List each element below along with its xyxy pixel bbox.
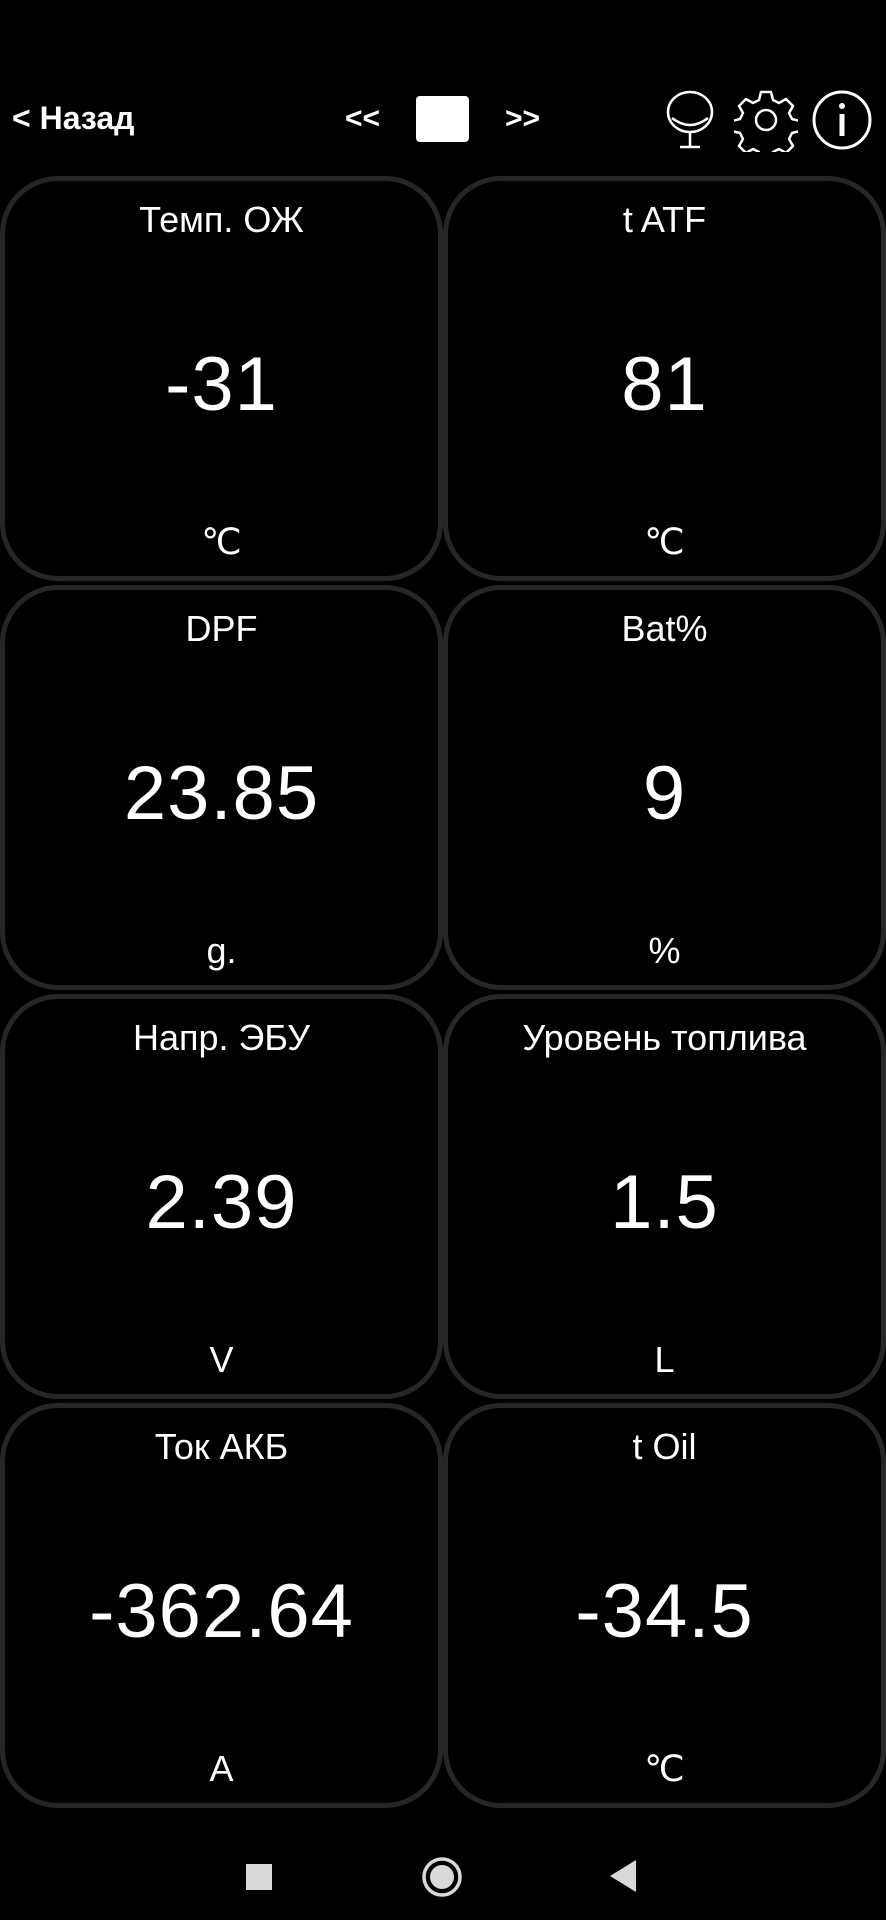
next-page-button[interactable]: >> [505,102,540,136]
gauge-card[interactable]: Bat% 9 % [443,585,886,990]
system-navigation-bar [0,1820,886,1920]
microphone-icon[interactable] [658,88,722,152]
gauge-unit: V [209,1339,234,1380]
gauge-value: 23.85 [123,751,320,836]
home-button[interactable] [421,1856,463,1898]
gauge-label: Ток АКБ [154,1426,289,1467]
gauge-label: Bat% [621,608,708,649]
gauge-card[interactable]: Уровень топлива 1.5 L [443,994,886,1399]
gauge-label: DPF [185,608,258,649]
gauge-unit: ℃ [644,521,685,562]
gauge-label: Темп. ОЖ [139,199,304,240]
gauge-unit: L [654,1339,675,1380]
gauge-card[interactable]: Темп. ОЖ -31 ℃ [0,176,443,581]
top-toolbar: < Назад << >> [0,88,886,162]
gauge-value: -31 [165,342,278,427]
recent-apps-button[interactable] [246,1864,272,1890]
gauge-card[interactable]: t Oil -34.5 ℃ [443,1403,886,1808]
gauge-value: 2.39 [145,1160,298,1245]
gauge-unit: g. [206,930,237,971]
gear-icon[interactable] [730,88,802,162]
gauge-value: 9 [642,751,687,836]
gauge-card[interactable]: t ATF 81 ℃ [443,176,886,581]
gauge-value: -34.5 [575,1569,754,1654]
gauge-label: Напр. ЭБУ [132,1017,311,1058]
page-indicator[interactable] [416,96,469,142]
gauge-unit: ℃ [201,521,242,562]
gauge-unit: ℃ [644,1748,685,1789]
gauge-label: t Oil [632,1426,697,1467]
info-icon[interactable] [810,88,874,152]
gauge-card[interactable]: DPF 23.85 g. [0,585,443,990]
gauge-value: 1.5 [610,1160,719,1245]
gauge-card[interactable]: Напр. ЭБУ 2.39 V [0,994,443,1399]
gauge-unit: % [648,930,681,971]
gauge-label: Уровень топлива [522,1017,807,1058]
gauge-unit: A [209,1748,234,1789]
gauge-value: 81 [621,342,708,427]
back-button[interactable]: < Назад [12,100,134,137]
gauge-card[interactable]: Ток АКБ -362.64 A [0,1403,443,1808]
previous-page-button[interactable]: << [345,102,380,136]
gauge-label: t ATF [622,199,707,240]
system-back-button[interactable] [608,1858,638,1894]
gauge-value: -362.64 [89,1569,354,1654]
